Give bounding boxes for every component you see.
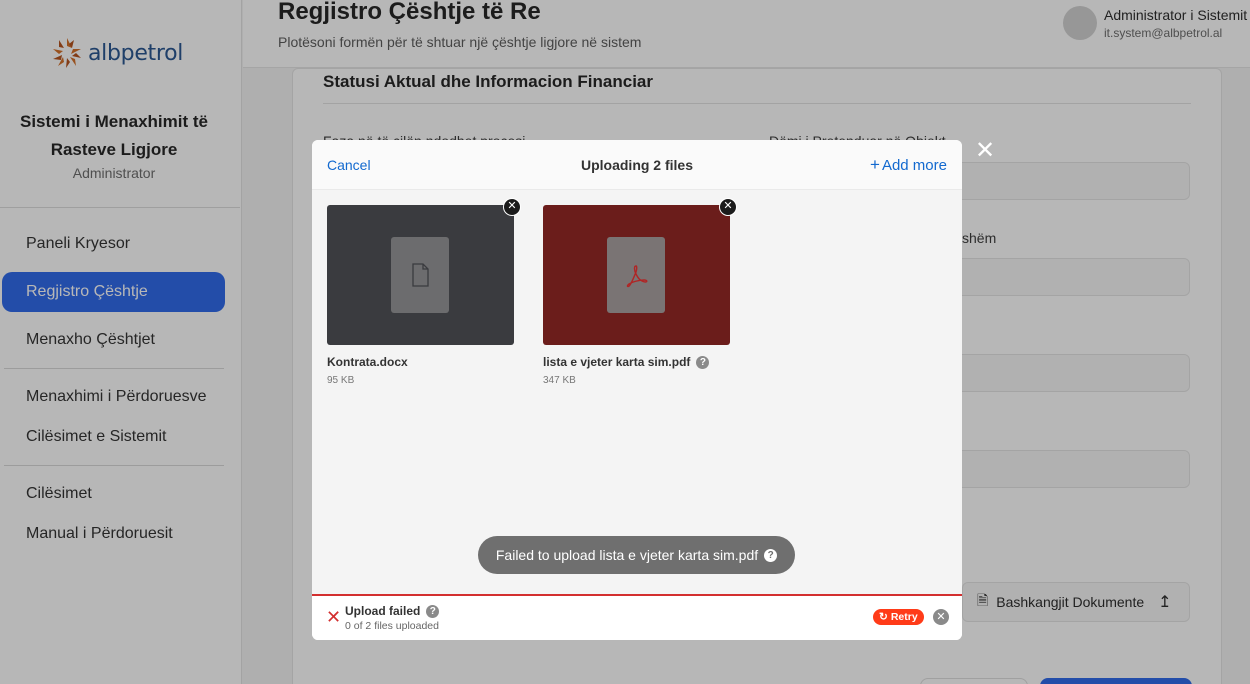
cancel-upload-icon[interactable]: ✕	[933, 609, 949, 625]
file-card: ✕ lista e vjeter karta sim.pdf? 347 KB	[543, 198, 737, 386]
file-name: Kontrata.docx	[327, 355, 514, 369]
modal-header: Cancel Uploading 2 files + Add more	[312, 140, 962, 190]
close-icon[interactable]: ✕	[973, 139, 997, 163]
help-icon[interactable]: ?	[426, 604, 440, 618]
retry-icon: ↻	[879, 611, 888, 623]
file-list: ✕ Kontrata.docx 95 KB ✕ lista e vjeter k…	[312, 190, 962, 594]
file-icon	[391, 237, 449, 313]
upload-status-bar: ✕ Upload failed ? 0 of 2 files uploaded …	[312, 594, 962, 640]
file-thumbnail: ✕	[327, 198, 521, 345]
file-size: 95 KB	[327, 375, 355, 386]
file-card: ✕ Kontrata.docx 95 KB	[327, 198, 521, 386]
remove-file-button[interactable]: ✕	[719, 198, 737, 216]
add-more-button[interactable]: + Add more	[870, 155, 947, 175]
file-size: 347 KB	[543, 375, 576, 386]
status-title: Upload failed ?	[345, 604, 440, 618]
remove-file-button[interactable]: ✕	[503, 198, 521, 216]
upload-modal: Cancel Uploading 2 files + Add more ✕ Kon…	[312, 140, 962, 640]
file-name-text: Kontrata.docx	[327, 355, 408, 369]
cancel-button[interactable]: Cancel	[327, 157, 371, 173]
modal-title: Uploading 2 files	[580, 157, 693, 173]
pdf-icon	[607, 237, 665, 313]
help-icon[interactable]: ?	[764, 548, 778, 562]
error-toast: Failed to upload lista e vjeter karta si…	[478, 536, 795, 574]
error-icon: ✕	[326, 607, 342, 627]
status-title-text: Upload failed	[345, 604, 421, 618]
retry-button[interactable]: ↻ Retry	[873, 609, 924, 625]
help-icon[interactable]: ?	[696, 355, 710, 369]
file-name: lista e vjeter karta sim.pdf?	[543, 355, 730, 369]
file-thumbnail: ✕	[543, 198, 737, 345]
retry-label: Retry	[890, 611, 918, 623]
add-more-label: Add more	[881, 157, 947, 174]
status-subtitle: 0 of 2 files uploaded	[345, 620, 439, 632]
plus-icon: +	[870, 155, 880, 174]
file-name-text: lista e vjeter karta sim.pdf	[543, 355, 691, 369]
toast-message: Failed to upload lista e vjeter karta si…	[495, 547, 759, 563]
